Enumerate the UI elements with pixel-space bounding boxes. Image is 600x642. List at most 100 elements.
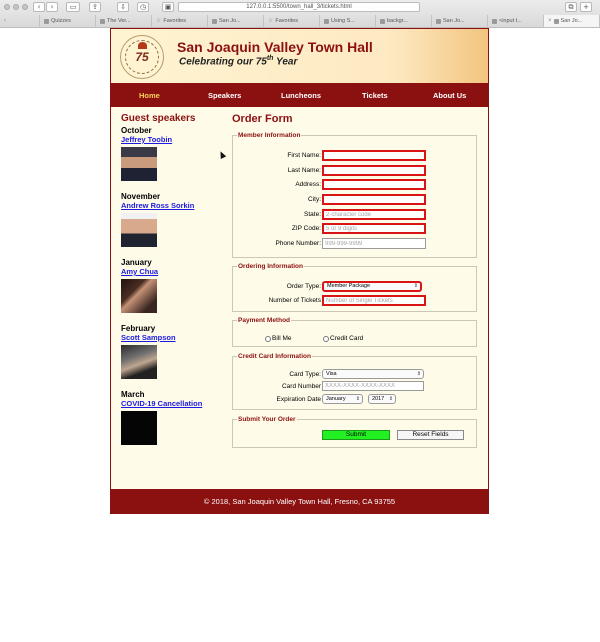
tab-active[interactable]: × San Jo...	[544, 15, 600, 27]
new-tab-icon[interactable]: +	[580, 2, 592, 12]
site-header: 75 San Joaquin Valley Town Hall Celebrat…	[111, 29, 488, 83]
member-info-fieldset: Member Information First Name: Last Name…	[232, 132, 477, 258]
history-icon[interactable]: ◷	[137, 2, 149, 12]
address-label: Address:	[295, 181, 321, 188]
first-name-row: First Name:	[233, 150, 478, 162]
tab[interactable]: backgr...	[376, 15, 432, 27]
phone-field[interactable]	[322, 238, 426, 249]
minimize-window-icon[interactable]	[13, 4, 19, 10]
card-number-label: Card Number	[281, 383, 321, 390]
speaker-link[interactable]: COVID-19 Cancellation	[121, 399, 221, 408]
tab-favicon-icon	[380, 18, 385, 24]
state-field[interactable]	[322, 209, 426, 220]
close-tab-icon[interactable]: ×	[548, 15, 552, 27]
speaker-link[interactable]: Jeffrey Toobin	[121, 135, 221, 144]
order-type-select[interactable]: Member Package ⇕	[322, 281, 422, 292]
speaker-month: March	[121, 390, 145, 399]
tab[interactable]: San Jo...	[208, 15, 264, 27]
tab-label: Using S...	[331, 18, 355, 24]
speaker-photo[interactable]	[121, 279, 157, 313]
maple-leaf-icon	[138, 42, 147, 49]
nav-speakers[interactable]: Speakers	[208, 91, 241, 100]
order-type-value: Member Package	[327, 283, 371, 289]
reset-button[interactable]: Reset Fields	[397, 430, 464, 440]
speaker-entry: March COVID-19 Cancellation	[121, 390, 221, 445]
speaker-photo[interactable]	[121, 345, 157, 379]
chevron-updown-icon: ⇕	[413, 283, 418, 289]
credit-card-radio[interactable]: Credit Card	[323, 335, 363, 342]
tab[interactable]: ☆ Favorites	[152, 15, 208, 27]
nav-home[interactable]: Home	[139, 91, 160, 100]
credit-card-label: Credit Card	[330, 335, 364, 342]
card-number-field[interactable]	[322, 381, 424, 391]
zoom-window-icon[interactable]	[22, 4, 28, 10]
close-window-icon[interactable]	[4, 4, 10, 10]
tab[interactable]: <input t...	[488, 15, 544, 27]
star-icon: ☆	[156, 18, 162, 24]
payment-method-fieldset: Payment Method Bill Me Credit Card	[232, 317, 477, 347]
city-field[interactable]	[322, 194, 426, 205]
speaker-entry: November Andrew Ross Sorkin	[121, 192, 221, 247]
forward-icon[interactable]: ›	[46, 2, 58, 12]
tab-favicon-icon	[492, 18, 497, 24]
speaker-link[interactable]: Scott Sampson	[121, 333, 221, 342]
tab-label: San Jo...	[219, 18, 241, 24]
tab-favicon-icon	[100, 18, 105, 24]
speaker-link[interactable]: Andrew Ross Sorkin	[121, 201, 221, 210]
card-type-select[interactable]: Visa ⇕	[322, 369, 424, 379]
member-info-legend: Member Information	[238, 132, 301, 139]
nav-tickets[interactable]: Tickets	[362, 91, 388, 100]
ordering-info-fieldset: Ordering Information Order Type: Member …	[232, 263, 477, 312]
tab-favicon-icon	[324, 18, 329, 24]
address-bar[interactable]: 127.0.0.1:5500/town_hall_3/tickets.html	[178, 2, 420, 12]
sidebar-title: Guest speakers	[121, 113, 196, 124]
chevron-updown-icon: ⇕	[355, 396, 360, 402]
tab[interactable]: Quizzes	[40, 15, 96, 27]
download-icon[interactable]: ⇩	[117, 2, 129, 12]
speaker-month: November	[121, 192, 161, 201]
reader-icon[interactable]: ▣	[162, 2, 174, 12]
tab-label: San Jo...	[443, 18, 465, 24]
nav-about-us[interactable]: About Us	[433, 91, 466, 100]
city-label: City:	[308, 196, 321, 203]
tab-label: Quizzes	[51, 18, 71, 24]
first-name-field[interactable]	[322, 150, 426, 161]
num-tickets-field[interactable]	[322, 295, 426, 306]
submit-button[interactable]: Submit	[322, 430, 390, 440]
speaker-photo[interactable]	[121, 147, 157, 181]
exp-month-select[interactable]: January ⇕	[322, 394, 363, 404]
guest-speakers-sidebar: Guest speakers October Jeffrey Toobin No…	[121, 113, 221, 456]
tab[interactable]: ☆ Favorites	[264, 15, 320, 27]
tab-label: <input t...	[499, 18, 522, 24]
tab[interactable]: San Jo...	[432, 15, 488, 27]
address-field[interactable]	[322, 179, 426, 190]
tab-scroll-left[interactable]: ‹	[0, 15, 40, 27]
bill-me-radio[interactable]: Bill Me	[265, 335, 292, 342]
address-row: Address:	[233, 179, 478, 191]
card-type-row: Card Type: Visa ⇕	[233, 369, 478, 381]
tab[interactable]: Using S...	[320, 15, 376, 27]
back-icon[interactable]: ‹	[33, 2, 45, 12]
last-name-field[interactable]	[322, 165, 426, 176]
speaker-month: January	[121, 258, 152, 267]
tab-label: backgr...	[387, 18, 408, 24]
speaker-photo[interactable]	[121, 213, 157, 247]
tab[interactable]: The Ver...	[96, 15, 152, 27]
ordering-info-legend: Ordering Information	[238, 263, 303, 270]
speaker-link[interactable]: Amy Chua	[121, 267, 221, 276]
site-footer: © 2018, San Joaquin Valley Town Hall, Fr…	[111, 489, 488, 514]
last-name-row: Last Name:	[233, 165, 478, 177]
zip-field[interactable]	[322, 223, 426, 234]
nav-luncheons[interactable]: Luncheons	[281, 91, 321, 100]
speaker-entry: February Scott Sampson	[121, 324, 221, 379]
radio-icon	[265, 335, 271, 342]
speaker-photo[interactable]	[121, 411, 157, 445]
share-icon[interactable]: ⇪	[89, 2, 101, 12]
card-number-row: Card Number	[233, 381, 478, 393]
tab-favicon-icon	[553, 18, 559, 24]
tabs-overview-icon[interactable]: ⧉	[565, 2, 577, 12]
sidebar-icon[interactable]: ▭	[66, 2, 80, 12]
subtitle-prefix: Celebrating our	[179, 56, 256, 68]
exp-year-select[interactable]: 2017 ⇕	[368, 394, 396, 404]
credit-card-fieldset: Credit Card Information Card Type: Visa …	[232, 353, 477, 410]
